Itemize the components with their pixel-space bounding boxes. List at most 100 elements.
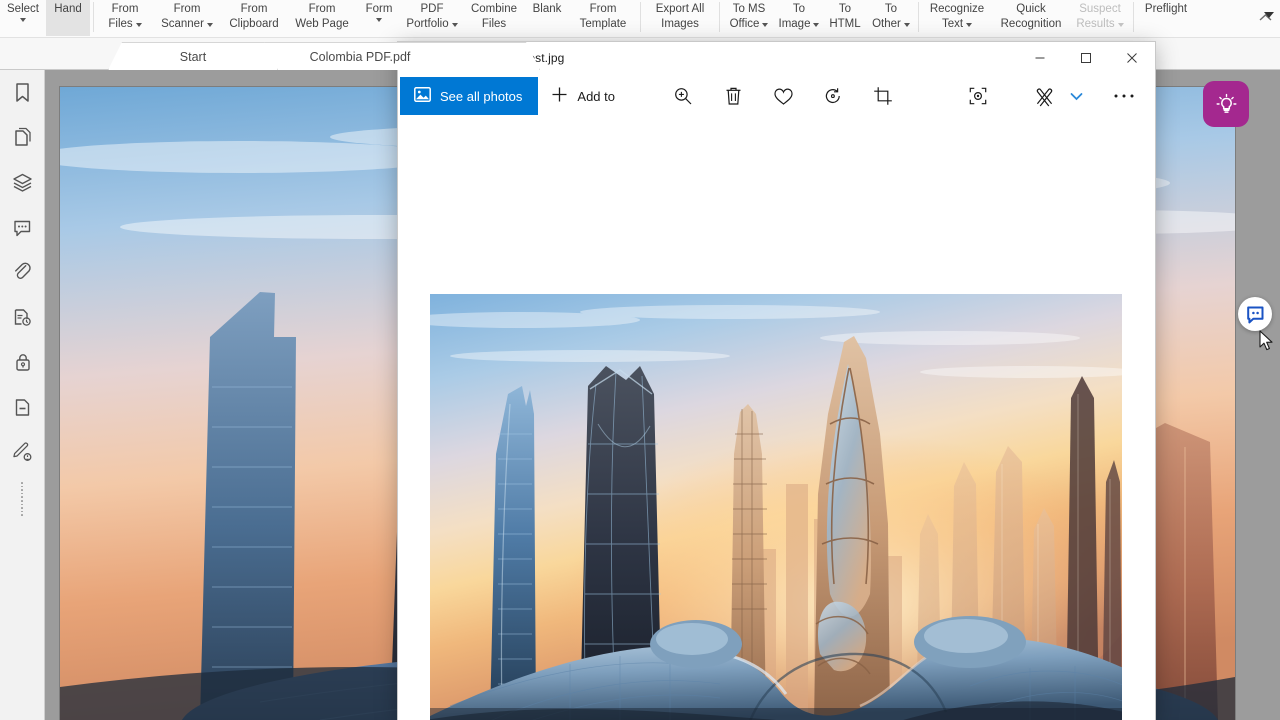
ribbon-button-sublabel: HTML bbox=[829, 17, 861, 30]
chevron-down-icon[interactable] bbox=[903, 22, 910, 27]
sidebar-item-layers[interactable] bbox=[0, 160, 45, 205]
sidebar-item-signatures[interactable] bbox=[0, 295, 45, 340]
ribbon-button-label: PDF bbox=[420, 3, 444, 15]
see-all-photos-button[interactable]: See all photos bbox=[400, 77, 539, 115]
tab-start[interactable]: Start bbox=[108, 42, 278, 70]
ribbon-button-sublabel: Files bbox=[108, 17, 142, 32]
ribbon-button-label: From bbox=[308, 3, 336, 15]
screen: Select Hand From Files From Scanner From Clipbo… bbox=[0, 0, 1280, 720]
chevron-down-icon[interactable] bbox=[451, 22, 458, 27]
panel-splitter-handle[interactable] bbox=[16, 482, 28, 516]
ribbon-button-sublabel: Template bbox=[579, 17, 627, 30]
more-options-button[interactable] bbox=[1103, 77, 1145, 115]
ribbon-button-sublabel bbox=[362, 17, 396, 22]
ribbon-button-export-all-images[interactable]: Export All Images bbox=[644, 0, 716, 36]
ribbon-button-label: Export All bbox=[655, 3, 705, 15]
ribbon-button-sublabel: Image bbox=[779, 17, 820, 32]
ribbon-button-label: To MS bbox=[732, 3, 766, 15]
chevron-down-icon[interactable] bbox=[762, 22, 769, 27]
ribbon-button-select[interactable]: Select bbox=[0, 0, 46, 36]
ribbon-button-sublabel: Clipboard bbox=[229, 17, 279, 30]
tab-overflow-icon[interactable] bbox=[1264, 12, 1274, 18]
ribbon-group: Select Hand bbox=[0, 0, 90, 38]
ribbon-button-sublabel: Recognition bbox=[1000, 17, 1062, 30]
ribbon-button-sublabel bbox=[5, 17, 41, 22]
ribbon-group: Recognize Text Quick Recognition Suspect Resu… bbox=[922, 0, 1130, 38]
ribbon-button-quick-recognition[interactable]: Quick Recognition bbox=[992, 0, 1070, 36]
sidebar-item-bookmarks[interactable] bbox=[0, 70, 45, 115]
ribbon-button-sublabel: Results bbox=[1076, 17, 1124, 32]
ribbon-separator bbox=[719, 2, 720, 32]
ribbon-button-label: Select bbox=[7, 3, 39, 15]
photos-window: Photos - City Picture test.jpg bbox=[398, 42, 1155, 720]
ribbon-button-label: Preflight bbox=[1144, 3, 1188, 15]
ribbon-button-form[interactable]: Form bbox=[357, 0, 401, 36]
sidebar-item-pages[interactable] bbox=[0, 115, 45, 160]
ribbon-button-recognize-text[interactable]: Recognize Text bbox=[922, 0, 992, 36]
sidebar-item-security[interactable] bbox=[0, 340, 45, 385]
ribbon-button-preflight[interactable]: Preflight bbox=[1137, 0, 1195, 36]
ribbon-button-label: Hand bbox=[54, 3, 82, 15]
close-button[interactable] bbox=[1109, 42, 1155, 74]
minimize-button[interactable] bbox=[1017, 42, 1063, 74]
ribbon-button-from-clipboard[interactable]: From Clipboard bbox=[221, 0, 287, 36]
ribbon-button-from-template[interactable]: From Template bbox=[569, 0, 637, 36]
edit-creative-dropdown[interactable] bbox=[1065, 77, 1087, 115]
ribbon-button-from-web-page[interactable]: From Web Page bbox=[287, 0, 357, 36]
ribbon-button-to-other[interactable]: To Other bbox=[867, 0, 915, 36]
ribbon-button-label: From bbox=[173, 3, 201, 15]
enhance-button[interactable] bbox=[957, 77, 999, 115]
chevron-down-icon[interactable] bbox=[1117, 22, 1124, 27]
ribbon-toolbar: Select Hand From Files From Scanner From Clipbo… bbox=[0, 0, 1280, 38]
rotate-button[interactable] bbox=[812, 77, 854, 115]
sidebar-item-sign[interactable] bbox=[0, 430, 45, 475]
ribbon-button-from-scanner[interactable]: From Scanner bbox=[153, 0, 221, 36]
tab-label: Start bbox=[179, 49, 207, 64]
ribbon-button-combine-files[interactable]: Combine Files bbox=[463, 0, 525, 36]
ribbon-button-hand[interactable]: Hand bbox=[46, 0, 90, 36]
ribbon-button-sublabel: Files bbox=[481, 17, 507, 30]
sidebar-item-comments[interactable] bbox=[0, 205, 45, 250]
add-comment-button[interactable] bbox=[1238, 297, 1272, 331]
crop-button[interactable] bbox=[862, 77, 904, 115]
ribbon-button-sublabel: Web Page bbox=[295, 17, 349, 30]
edit-creative-button[interactable] bbox=[1023, 77, 1065, 115]
favorite-button[interactable] bbox=[762, 77, 804, 115]
photo-image[interactable] bbox=[430, 294, 1122, 720]
ribbon-separator bbox=[640, 2, 641, 32]
ribbon-button-label: Blank bbox=[532, 3, 562, 15]
ribbon-button-label: Quick bbox=[1016, 3, 1046, 15]
sidebar-item-destinations[interactable] bbox=[0, 385, 45, 430]
ribbon-button-from-files[interactable]: From Files bbox=[97, 0, 153, 36]
ribbon-button-blank[interactable]: Blank bbox=[525, 0, 569, 36]
chevron-down-icon[interactable] bbox=[376, 17, 382, 22]
ribbon-button-label: Form bbox=[365, 3, 393, 15]
tab-label: Colombia PDF.pdf bbox=[309, 49, 411, 64]
chevron-down-icon[interactable] bbox=[206, 22, 213, 27]
chevron-down-icon[interactable] bbox=[20, 17, 26, 22]
ribbon-button-label: From bbox=[111, 3, 139, 15]
sidebar-item-attachments[interactable] bbox=[0, 250, 45, 295]
delete-button[interactable] bbox=[712, 77, 754, 115]
chevron-down-icon[interactable] bbox=[813, 22, 820, 27]
zoom-button[interactable] bbox=[662, 77, 704, 115]
maximize-button[interactable] bbox=[1063, 42, 1109, 74]
photo-viewport[interactable] bbox=[398, 118, 1155, 720]
ribbon-button-pdf-portfolio[interactable]: PDF Portfolio bbox=[401, 0, 463, 36]
ribbon-button-to-image[interactable]: To Image bbox=[775, 0, 823, 36]
add-to-button[interactable]: Add to bbox=[538, 77, 628, 115]
ribbon-separator bbox=[93, 2, 94, 32]
ribbon-button-label: From bbox=[240, 3, 268, 15]
chevron-down-icon[interactable] bbox=[966, 22, 973, 27]
ribbon-button-label: Suspect bbox=[1079, 3, 1121, 15]
see-all-photos-label: See all photos bbox=[440, 88, 523, 104]
mouse-cursor bbox=[1259, 330, 1275, 357]
ribbon-separator bbox=[1133, 2, 1134, 32]
chevron-down-icon[interactable] bbox=[135, 22, 142, 27]
ribbon-separator bbox=[918, 2, 919, 32]
ribbon-button-to-html[interactable]: To HTML bbox=[823, 0, 867, 36]
ribbon-button-label: To bbox=[838, 3, 852, 15]
smart-tip-button[interactable] bbox=[1203, 81, 1249, 127]
ribbon-button-sublabel: Portfolio bbox=[406, 17, 458, 32]
ribbon-button-to-ms-office[interactable]: To MS Office bbox=[723, 0, 775, 36]
